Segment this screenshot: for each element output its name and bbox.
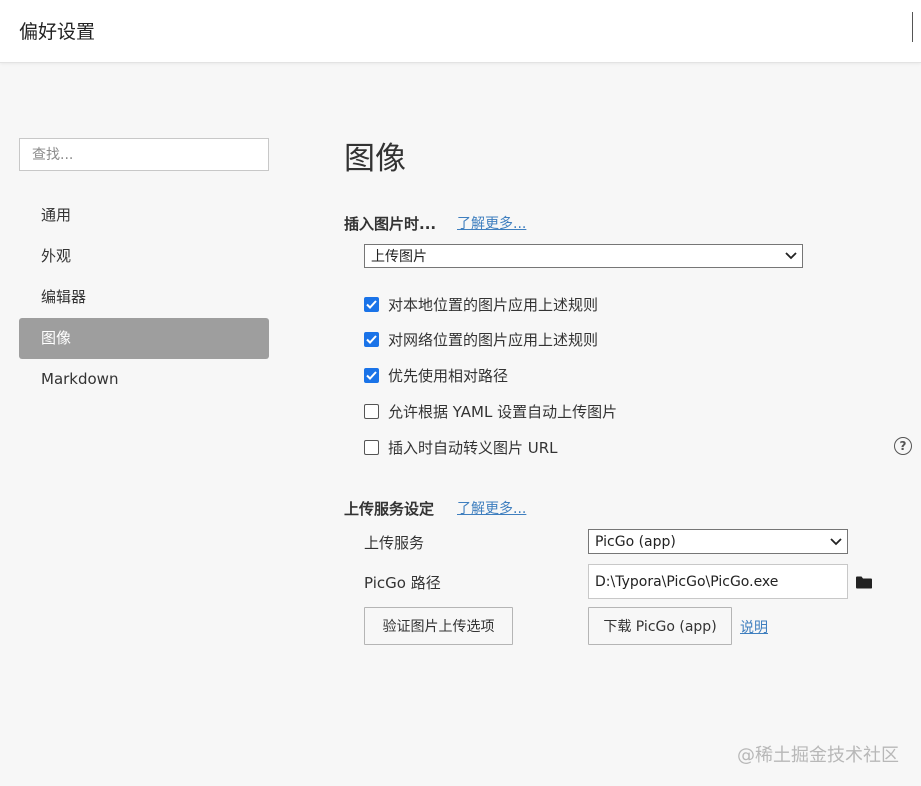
insert-learn-more-link[interactable]: 了解更多... xyxy=(457,213,526,233)
chevron-down-icon xyxy=(780,245,802,267)
checkbox-escape-url-label: 插入时自动转义图片 URL xyxy=(388,438,558,457)
checkbox-local-label: 对本地位置的图片应用上述规则 xyxy=(388,295,599,314)
upload-section-title: 上传服务设定 xyxy=(344,500,435,518)
sidebar-item-markdown[interactable]: Markdown xyxy=(19,359,269,400)
checkbox-network-label: 对网络位置的图片应用上述规则 xyxy=(388,330,599,349)
page-title: 图像 xyxy=(344,141,406,177)
checkbox-row-network[interactable]: 对网络位置的图片应用上述规则 xyxy=(364,328,598,350)
upload-service-label: 上传服务 xyxy=(364,534,425,552)
upload-service-value: PicGo (app) xyxy=(595,533,676,550)
sidebar-item-general[interactable]: 通用 xyxy=(19,195,269,236)
sidebar-item-editor[interactable]: 编辑器 xyxy=(19,277,269,318)
upload-service-select[interactable]: PicGo (app) xyxy=(588,529,848,554)
upload-learn-more-link[interactable]: 了解更多... xyxy=(457,498,526,518)
window-title: 偏好设置 xyxy=(19,21,96,43)
checkbox-local[interactable] xyxy=(364,296,379,312)
download-picgo-button[interactable]: 下载 PicGo (app) xyxy=(588,607,732,645)
check-icon xyxy=(366,334,377,344)
checkbox-relative[interactable] xyxy=(364,367,379,383)
checkbox-escape-url[interactable] xyxy=(364,439,379,455)
window-edge xyxy=(912,12,913,42)
checkbox-yaml-label: 允许根据 YAML 设置自动上传图片 xyxy=(388,402,618,421)
sidebar-item-image[interactable]: 图像 xyxy=(19,318,269,359)
picgo-path-value: D:\Typora\PicGo\PicGo.exe xyxy=(595,573,779,590)
insert-section-title: 插入图片时... xyxy=(344,215,437,233)
verify-upload-button[interactable]: 验证图片上传选项 xyxy=(364,607,513,645)
checkbox-row-yaml[interactable]: 允许根据 YAML 设置自动上传图片 xyxy=(364,400,617,422)
checkbox-yaml[interactable] xyxy=(364,403,379,419)
sidebar-nav: 通用 外观 编辑器 图像 Markdown xyxy=(19,195,269,400)
checkbox-network[interactable] xyxy=(364,331,379,347)
insert-action-value: 上传图片 xyxy=(371,249,427,265)
picgo-path-label: PicGo 路径 xyxy=(364,574,441,592)
sidebar-item-appearance[interactable]: 外观 xyxy=(19,236,269,277)
explain-link[interactable]: 说明 xyxy=(740,617,768,637)
checkbox-row-relative[interactable]: 优先使用相对路径 xyxy=(364,364,508,386)
check-icon xyxy=(366,370,377,380)
check-icon xyxy=(366,299,377,309)
picgo-path-input[interactable]: D:\Typora\PicGo\PicGo.exe xyxy=(588,564,848,599)
insert-action-select[interactable]: 上传图片 xyxy=(364,244,803,268)
search-input[interactable] xyxy=(19,138,269,171)
checkbox-relative-label: 优先使用相对路径 xyxy=(388,366,509,385)
checkbox-row-local[interactable]: 对本地位置的图片应用上述规则 xyxy=(364,293,598,315)
watermark: @稀土掘金技术社区 xyxy=(737,745,899,766)
title-bar: 偏好设置 xyxy=(0,0,921,63)
checkbox-row-escape-url[interactable]: 插入时自动转义图片 URL xyxy=(364,436,558,458)
help-icon[interactable]: ? xyxy=(894,437,912,455)
folder-icon[interactable] xyxy=(856,574,872,593)
chevron-down-icon xyxy=(825,530,847,553)
